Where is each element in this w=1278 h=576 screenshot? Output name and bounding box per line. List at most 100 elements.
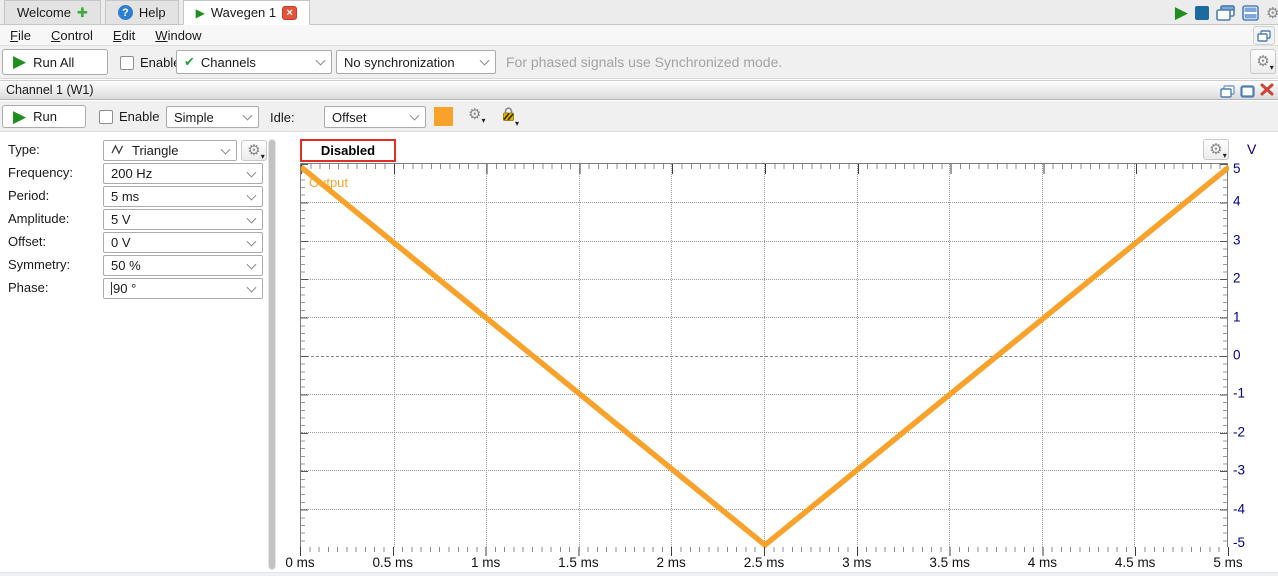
- period-label: Period:: [8, 188, 49, 203]
- lock-icon[interactable]: ▾: [502, 107, 515, 125]
- tab-welcome[interactable]: Welcome ✚: [4, 0, 101, 24]
- synchronization-dropdown[interactable]: No synchronization: [336, 50, 496, 74]
- amplitude-value: 5 V: [111, 212, 131, 227]
- check-icon: ✔: [184, 54, 195, 70]
- run-all-button[interactable]: ▶ Run All: [2, 49, 108, 75]
- run-all-label: Run All: [33, 55, 74, 70]
- y-tick-label: -4: [1233, 501, 1245, 516]
- tile-windows-icon[interactable]: [1242, 5, 1259, 21]
- chevron-down-icon: [410, 111, 420, 121]
- tab-help-label: Help: [139, 5, 166, 20]
- stop-all-icon[interactable]: [1195, 6, 1209, 20]
- panel-scrollbar[interactable]: [268, 139, 276, 570]
- restore-window-icon[interactable]: [1253, 26, 1275, 45]
- chevron-down-icon: [243, 111, 253, 121]
- menu-control[interactable]: Control: [41, 28, 103, 43]
- amplitude-dropdown[interactable]: 5 V: [103, 209, 263, 230]
- x-tick-label: 1 ms: [451, 555, 521, 570]
- phase-value: 90 °: [113, 281, 136, 296]
- idle-dropdown[interactable]: Offset: [324, 106, 426, 128]
- play-icon: ▶: [13, 107, 26, 127]
- channel-1-title: Channel 1 (W1): [6, 83, 94, 97]
- maximize-panel-icon[interactable]: [1240, 85, 1255, 98]
- main-toolbar: ▶ Run All Enable ✔ Channels No synchroni…: [0, 46, 1278, 79]
- chevron-down-icon: [247, 167, 257, 177]
- channel-window-controls: [1220, 83, 1274, 99]
- enable-channel-label: Enable: [119, 109, 159, 124]
- run-label: Run: [33, 109, 57, 124]
- triangle-wave-icon: [111, 143, 126, 158]
- x-tick-label: 4.5 ms: [1100, 555, 1170, 570]
- offset-dropdown[interactable]: 0 V: [103, 232, 263, 253]
- cascade-windows-icon[interactable]: [1216, 5, 1235, 21]
- add-workspace-icon[interactable]: ✚: [77, 5, 88, 21]
- chevron-down-icon: [316, 56, 326, 66]
- y-tick-label: 3: [1233, 232, 1241, 247]
- tab-wavegen-1[interactable]: ▶ Wavegen 1 ×: [183, 0, 311, 25]
- chevron-down-icon: [247, 259, 257, 269]
- x-tick-label: 0 ms: [265, 555, 335, 570]
- series-label-output: Output: [309, 175, 348, 190]
- generator-mode-value: Simple: [174, 110, 214, 125]
- frequency-dropdown[interactable]: 200 Hz: [103, 163, 263, 184]
- symmetry-value: 50 %: [111, 258, 141, 273]
- run-channel-button[interactable]: ▶ Run: [2, 105, 86, 128]
- phase-input[interactable]: 90 °: [103, 278, 263, 299]
- y-tick-label: 4: [1233, 194, 1241, 209]
- wavegen-options-gear-button[interactable]: ⚙▾: [1250, 49, 1276, 74]
- x-tick-label: 0.5 ms: [358, 555, 428, 570]
- options-gear-icon[interactable]: ⚙: [1266, 6, 1278, 21]
- plot-options-gear-button[interactable]: ⚙▾: [1203, 139, 1229, 160]
- channel-1-header[interactable]: Channel 1 (W1): [0, 80, 1278, 100]
- close-tab-icon[interactable]: ×: [282, 6, 297, 20]
- offset-value: 0 V: [111, 235, 131, 250]
- workspace-tab-bar: Welcome ✚ ? Help ▶ Wavegen 1 × ▶: [0, 0, 1278, 25]
- type-settings-gear-button[interactable]: ⚙▾: [241, 140, 267, 161]
- float-panel-icon[interactable]: [1220, 85, 1235, 98]
- enable-channel-checkbox[interactable]: [99, 110, 113, 124]
- synchronization-value: No synchronization: [344, 55, 455, 70]
- y-tick-label: 5: [1233, 161, 1241, 176]
- phase-label: Phase:: [8, 280, 48, 295]
- symmetry-label: Symmetry:: [8, 257, 70, 272]
- y-tick-label: -5: [1233, 535, 1245, 550]
- y-tick-label: 1: [1233, 309, 1241, 324]
- x-tick-label: 3.5 ms: [915, 555, 985, 570]
- menu-edit[interactable]: Edit: [103, 28, 145, 43]
- enable-channel-group: Enable: [99, 109, 159, 124]
- panel-scrollbar-thumb[interactable]: [269, 140, 275, 569]
- channel-settings-gear-icon[interactable]: ⚙▾: [468, 107, 481, 122]
- menu-file[interactable]: File: [0, 28, 41, 43]
- chevron-down-icon: [247, 190, 257, 200]
- chevron-down-icon: [221, 144, 231, 154]
- y-axis-unit-label: V: [1247, 141, 1256, 157]
- generator-mode-dropdown[interactable]: Simple: [166, 106, 259, 128]
- waveform-plot[interactable]: Output: [300, 163, 1228, 547]
- channels-dropdown[interactable]: ✔ Channels: [176, 50, 332, 74]
- channel-color-swatch[interactable]: [434, 107, 453, 126]
- menu-window[interactable]: Window: [145, 28, 211, 43]
- offset-label: Offset:: [8, 234, 46, 249]
- channels-value: Channels: [201, 55, 256, 70]
- symmetry-dropdown[interactable]: 50 %: [103, 255, 263, 276]
- period-dropdown[interactable]: 5 ms: [103, 186, 263, 207]
- tab-wavegen-label: Wavegen 1: [211, 5, 276, 20]
- idle-value: Offset: [332, 110, 366, 125]
- chevron-down-icon: [247, 282, 257, 292]
- idle-label: Idle:: [270, 110, 295, 125]
- y-tick-label: -3: [1233, 463, 1245, 478]
- enable-all-label: Enable: [140, 55, 180, 70]
- type-dropdown[interactable]: Triangle: [103, 140, 237, 161]
- y-tick-label: 2: [1233, 271, 1241, 286]
- play-icon: ▶: [196, 6, 205, 20]
- run-all-icon[interactable]: ▶: [1175, 3, 1188, 23]
- menu-bar: File Control Edit Window: [0, 25, 1278, 46]
- y-tick-label: -2: [1233, 424, 1245, 439]
- tab-help[interactable]: ? Help: [105, 0, 179, 24]
- text-caret: [111, 282, 112, 295]
- close-channel-icon[interactable]: [1260, 83, 1274, 99]
- window-bottom-edge: [0, 572, 1278, 576]
- x-tick-label: 3 ms: [822, 555, 892, 570]
- enable-all-checkbox[interactable]: [120, 56, 134, 70]
- chevron-down-icon: [480, 56, 490, 66]
